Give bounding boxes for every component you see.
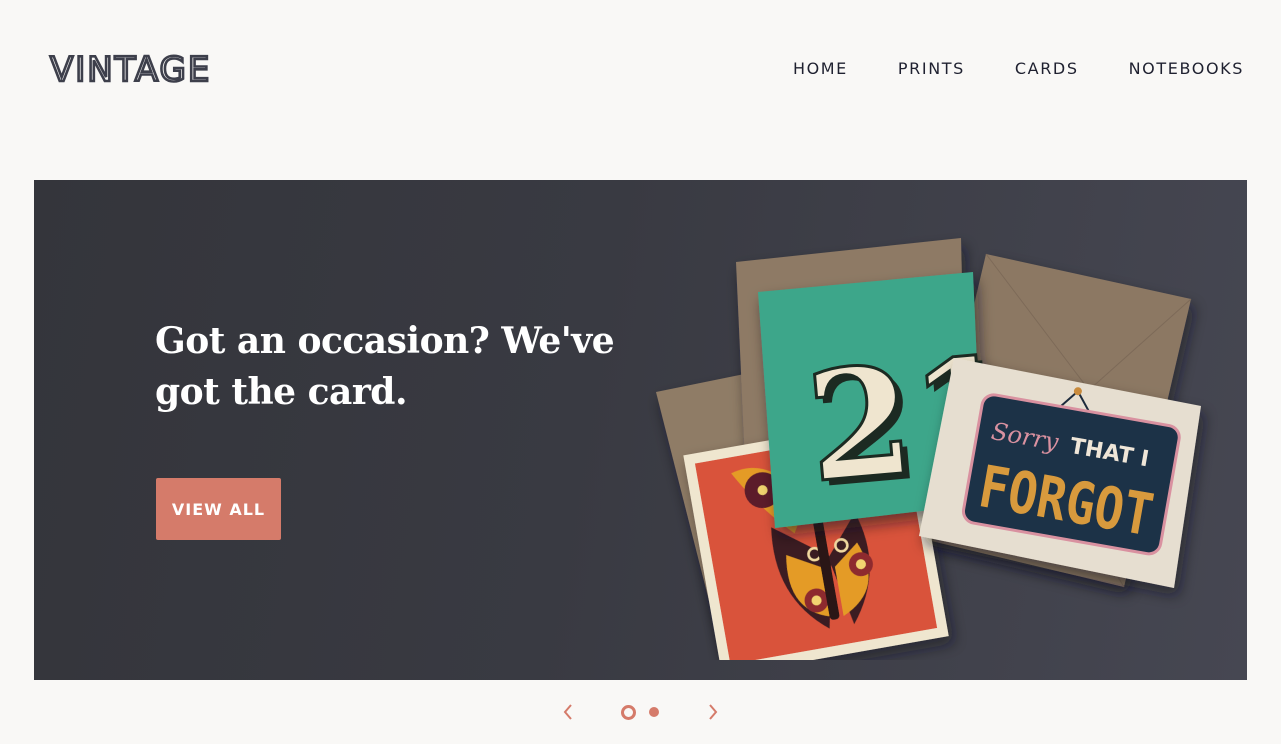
logo-text: VINTAGE xyxy=(49,49,212,92)
chevron-left-icon xyxy=(563,704,572,720)
carousel-dot-1[interactable] xyxy=(621,705,636,720)
nav-item-cards[interactable]: CARDS xyxy=(1015,58,1079,80)
view-all-button[interactable]: VIEW ALL xyxy=(156,478,281,540)
carousel-next-button[interactable] xyxy=(703,702,723,722)
nav-item-notebooks[interactable]: NOTEBOOKS xyxy=(1129,58,1244,80)
carousel-controls xyxy=(0,692,1281,732)
brand-logo[interactable]: VINTAGE xyxy=(49,49,212,92)
carousel-prev-button[interactable] xyxy=(558,702,578,722)
carousel-dot-2[interactable] xyxy=(649,707,659,717)
chevron-right-icon xyxy=(709,704,718,720)
site-header: VINTAGE HOME PRINTS CARDS NOTEBOOKS xyxy=(0,0,1281,140)
hero-slide: Got an occasion? We've got the card. VIE… xyxy=(34,180,1247,680)
nav-item-home[interactable]: HOME xyxy=(793,58,848,80)
hero-title: Got an occasion? We've got the card. xyxy=(155,320,615,413)
nav-item-prints[interactable]: PRINTS xyxy=(898,58,965,80)
hero-image: 21 21 Sorry THAT I FORGOT xyxy=(656,238,1201,660)
main-nav: HOME PRINTS CARDS NOTEBOOKS xyxy=(793,58,1244,80)
